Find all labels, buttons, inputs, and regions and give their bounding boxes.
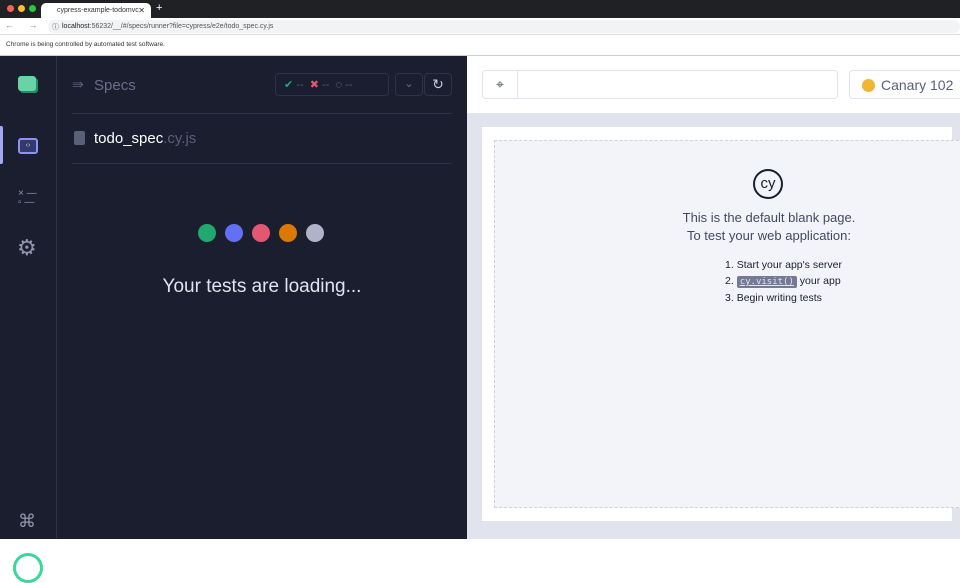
spec-file-name[interactable]: todo_spec.cy.js bbox=[94, 130, 196, 147]
specs-panel: ⇛ Specs ✔ -- ✖ -- ◌ -- ⌄ ↻ todo_spec.cy.… bbox=[57, 56, 467, 539]
sidebar-item-runs[interactable]: × — ▫ — bbox=[18, 189, 37, 208]
browser-label: Canary 102 bbox=[881, 77, 954, 93]
cypress-logo[interactable]: cy bbox=[13, 553, 43, 583]
tab-title: cypress-example-todomvc bbox=[57, 7, 139, 14]
spec-ext: .cy.js bbox=[163, 130, 197, 147]
keyboard-shortcuts-icon[interactable]: ⌘ bbox=[18, 511, 36, 532]
blank-page: cy This is the default blank page. To tes… bbox=[494, 140, 960, 508]
test-stats: ✔ -- ✖ -- ◌ -- bbox=[275, 73, 389, 96]
minimize-window-button[interactable] bbox=[18, 5, 25, 12]
loading-dot bbox=[279, 224, 297, 242]
url-host: localhost bbox=[62, 23, 90, 30]
aut-iframe: cy This is the default blank page. To tes… bbox=[482, 127, 960, 521]
specs-list-icon[interactable]: ⇛ bbox=[72, 76, 84, 93]
active-indicator bbox=[0, 126, 3, 164]
divider bbox=[72, 163, 452, 164]
blank-line-1: This is the default blank page. bbox=[682, 210, 856, 225]
blank-page-intro: This is the default blank page. To test y… bbox=[495, 209, 960, 245]
browser-selector[interactable]: Canary 102 bbox=[849, 70, 960, 99]
runner-header: ⌖ Canary 102 bbox=[467, 56, 960, 113]
url-input[interactable]: ⓘ localhost:56232/__/#/specs/runner?file=… bbox=[48, 20, 960, 33]
maximize-window-button[interactable] bbox=[29, 5, 36, 12]
selector-playground-crosshair-icon[interactable]: ⌖ bbox=[483, 71, 518, 98]
file-icon bbox=[74, 131, 85, 145]
loading-text: Your tests are loading... bbox=[162, 276, 362, 297]
loading-dot bbox=[306, 224, 324, 242]
step-1: 1. Start your app's server bbox=[725, 259, 842, 271]
browser-tab-bar: cypress-example-todomvc ✕ + bbox=[0, 0, 960, 18]
browser-tab[interactable]: cypress-example-todomvc ✕ bbox=[41, 3, 151, 18]
step-2: 2. cy.visit() your app bbox=[725, 275, 841, 288]
sidebar-item-settings[interactable]: ⚙ bbox=[17, 235, 37, 261]
specs-title[interactable]: Specs bbox=[94, 77, 136, 94]
automation-info-bar: Chrome is being controlled by automated … bbox=[0, 35, 960, 56]
info-icon[interactable]: ⓘ bbox=[52, 22, 59, 32]
chevron-down-icon[interactable]: ⌄ bbox=[395, 73, 423, 96]
loading-dot bbox=[252, 224, 270, 242]
url-bar: ⌖ bbox=[482, 70, 838, 99]
pending-icon: ◌ bbox=[335, 79, 343, 91]
spec-name: todo_spec bbox=[94, 130, 164, 147]
sidebar: ‹› × — ▫ — ⚙ ⌘ cy bbox=[0, 56, 57, 583]
loading-dot bbox=[198, 224, 216, 242]
tab-close-icon[interactable]: ✕ bbox=[138, 6, 145, 15]
divider bbox=[72, 113, 452, 114]
pending-count: -- bbox=[345, 79, 353, 91]
loading-dots bbox=[198, 224, 324, 242]
step-3: 3. Begin writing tests bbox=[725, 292, 822, 304]
cy-visit-code: cy.visit() bbox=[736, 276, 797, 288]
failed-count: -- bbox=[322, 79, 330, 91]
sidebar-item-specs[interactable]: ‹› bbox=[18, 138, 38, 154]
failed-icon: ✖ bbox=[309, 79, 319, 91]
runner-panel: ⌖ Canary 102 cy This is the default blan… bbox=[467, 56, 960, 539]
blank-steps: 1. Start your app's server 2. cy.visit()… bbox=[725, 257, 842, 306]
refresh-icon[interactable]: ↻ bbox=[424, 73, 452, 96]
cypress-blank-logo: cy bbox=[753, 169, 783, 199]
new-tab-button[interactable]: + bbox=[156, 2, 162, 14]
chrome-canary-icon bbox=[862, 79, 875, 92]
url-path: :56232/__/#/specs/runner?file=cypress/e2… bbox=[89, 23, 274, 30]
blank-line-2: To test your web application: bbox=[686, 228, 852, 243]
close-window-button[interactable] bbox=[7, 5, 14, 12]
passed-icon: ✔ bbox=[284, 79, 294, 91]
passed-count: -- bbox=[296, 79, 304, 91]
project-logo-icon[interactable] bbox=[18, 76, 36, 91]
loading-dot bbox=[225, 224, 243, 242]
